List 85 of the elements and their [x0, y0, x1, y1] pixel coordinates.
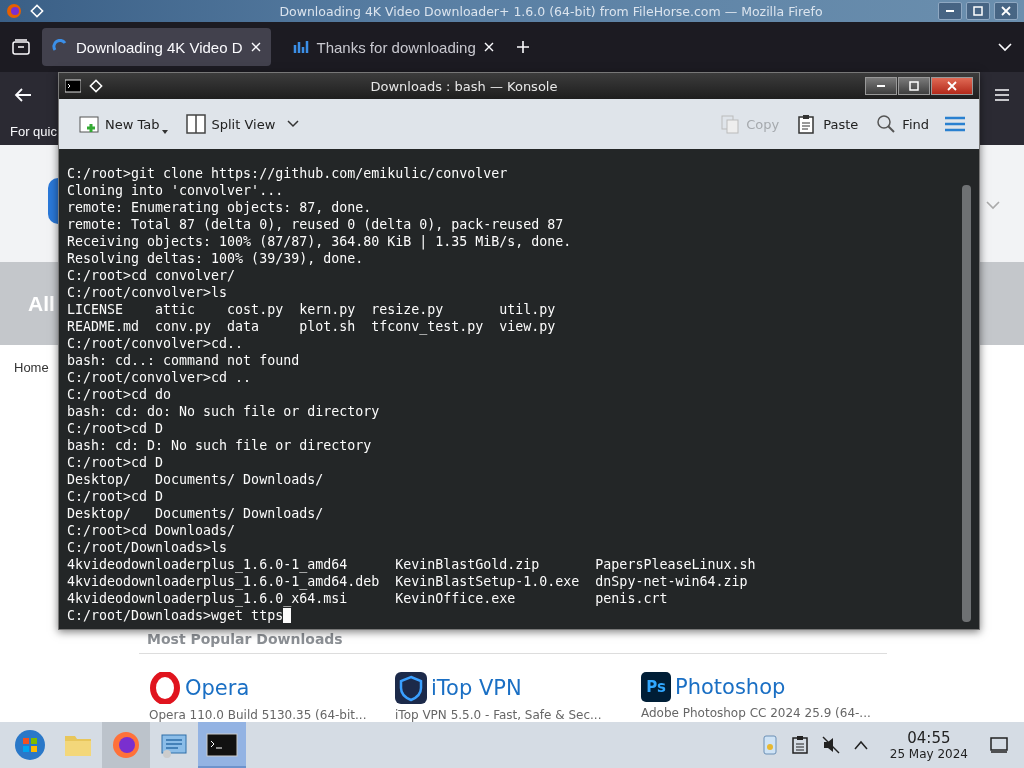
app-logo-icon: Ps: [641, 672, 671, 702]
terminal-line: Receiving objects: 100% (87/87), 364.80 KiB | 1.35 MiB/s, done.: [67, 233, 573, 250]
diamond-icon[interactable]: [89, 79, 103, 93]
plus-icon[interactable]: [515, 40, 530, 54]
terminal-line: Desktop/ Documents/ Downloads/: [67, 505, 325, 522]
terminal-line: LICENSE attic cost.py kern.py resize.py util.py: [67, 301, 557, 318]
diamond-icon[interactable]: [30, 4, 44, 18]
close-icon: [1001, 6, 1011, 16]
split-view-button[interactable]: Split View: [183, 110, 302, 138]
terminal-line: C:/root>cd D: [67, 488, 165, 505]
terminal-line: bash: cd: do: No such file or directory: [67, 403, 381, 420]
terminal-line: README.md conv.py data plot.sh tfconv_test.py view.py: [67, 318, 557, 335]
close-icon[interactable]: [483, 42, 494, 52]
minimize-button[interactable]: [938, 2, 962, 20]
terminal-line: C:/root>cd do: [67, 386, 173, 403]
browser-tab[interactable]: Thanks for downloading: [282, 28, 504, 66]
tab-list-icon[interactable]: [12, 39, 30, 55]
clipboard-icon[interactable]: [791, 736, 808, 754]
taskbar-button[interactable]: [198, 722, 246, 768]
close-button[interactable]: [994, 2, 1018, 20]
terminal-line: Resolving deltas: 100% (39/39), done.: [67, 250, 365, 267]
terminal-line: remote: Enumerating objects: 87, done.: [67, 199, 373, 216]
minimize-button[interactable]: [865, 77, 897, 95]
caret-icon: [161, 130, 168, 134]
section-title: Most Popular Downloads: [139, 631, 887, 654]
new-tab-icon: [79, 114, 99, 134]
terminal-line: 4kvideodownloaderplus_1.6.0-1_amd64 KevinBlastGold.zip PapersPleaseLinux.sh: [67, 556, 757, 573]
find-button[interactable]: Find: [874, 110, 931, 138]
terminal-line: bash: cd..: command not found: [67, 352, 301, 369]
bar-chart-icon: [292, 39, 309, 55]
caret-up-icon[interactable]: [853, 740, 868, 750]
shield-logo-icon: [395, 672, 427, 704]
terminal-line: C:/root/convolver>cd..: [67, 335, 245, 352]
terminal-icon: [65, 79, 81, 93]
app-link[interactable]: iTop VPN: [431, 676, 522, 700]
new-tab-button[interactable]: New Tab: [77, 110, 170, 138]
scrollbar[interactable]: [962, 185, 971, 622]
terminal-line: 4kvideodownloaderplus_1.6.0_x64.msi KevinOffice.exe penis.crt: [67, 590, 669, 607]
close-button[interactable]: [931, 77, 973, 95]
app-description: Adobe Photoshop CC 2024 25.9 (64-...: [641, 706, 872, 720]
page-heading: All: [28, 291, 55, 316]
app-description: iTop VPN 5.5.0 - Fast, Safe & Sec...: [395, 708, 603, 722]
muted-speaker-icon[interactable]: [821, 736, 840, 754]
ring-logo-icon: [149, 672, 181, 704]
search-icon: [876, 114, 897, 134]
show-desktop-icon[interactable]: [990, 737, 1008, 753]
chevron-down-icon: [287, 120, 300, 128]
terminal-line: bash: cd: D: No such file or directory: [67, 437, 373, 454]
clock-time[interactable]: 04:55: [889, 729, 968, 747]
terminal-line: C:/root>cd D: [67, 454, 165, 471]
terminal-line: C:/root/convolver>ls: [67, 284, 229, 301]
terminal-line: C:/root/convolver>cd ..: [67, 369, 253, 386]
terminal-line: C:/root>cd convolver/: [67, 267, 237, 284]
split-view-icon: [185, 114, 206, 134]
paste-button[interactable]: Paste: [795, 110, 861, 138]
window-title: Downloading 4K Video Downloader+ 1.6.0 (64-bit) from FileHorse.com — Mozilla Firefo: [278, 3, 824, 19]
terminal-line: C:/root/Downloads>ls: [67, 539, 229, 556]
maximize-button[interactable]: [966, 2, 990, 20]
browser-tab[interactable]: Downloading 4K Video D: [42, 28, 271, 66]
start-orb-icon: [14, 729, 46, 761]
terminal-line: remote: Total 87 (delta 0), reused 0 (delta 0), pack-reused 87: [67, 216, 565, 233]
maximize-button[interactable]: [898, 77, 930, 95]
cursor: [283, 608, 292, 623]
terminal-line: C:/root>cd D: [67, 420, 165, 437]
terminal-line: C:/root>cd Downloads/: [67, 522, 237, 539]
app-link[interactable]: Opera: [185, 676, 250, 700]
close-icon: [947, 81, 957, 91]
clock-date[interactable]: 25 May 2024: [889, 747, 968, 761]
terminal-line: Desktop/ Documents/ Downloads/: [67, 471, 325, 488]
close-icon[interactable]: [250, 42, 261, 52]
app-link[interactable]: Photoshop: [675, 675, 786, 699]
window-title: Downloads : bash — Konsole: [369, 78, 559, 94]
minimize-icon: [877, 85, 885, 87]
maximize-icon: [973, 6, 983, 16]
bookmarks-hint: For quic: [10, 124, 57, 139]
terminal-line: 4kvideodownloaderplus_1.6.0-1_amd64.deb KevinBlastSetup-1.0.exe dnSpy-net-win64.zip: [67, 573, 749, 590]
terminal-line: Cloning into 'convolver'...: [67, 182, 285, 199]
maximize-icon: [909, 81, 919, 91]
app-description: Opera 110.0 Build 5130.35 (64-bit...: [149, 708, 368, 722]
back-arrow-icon[interactable]: [14, 87, 32, 103]
breadcrumb-link[interactable]: Home: [14, 360, 49, 375]
terminal-line: C:/root>git clone https://github.com/emikulic/convolver: [67, 165, 509, 182]
copy-icon: [720, 114, 741, 134]
minimize-icon: [946, 10, 954, 12]
command-input[interactable]: C:/root/Downloads>wget ttps: [67, 607, 284, 624]
